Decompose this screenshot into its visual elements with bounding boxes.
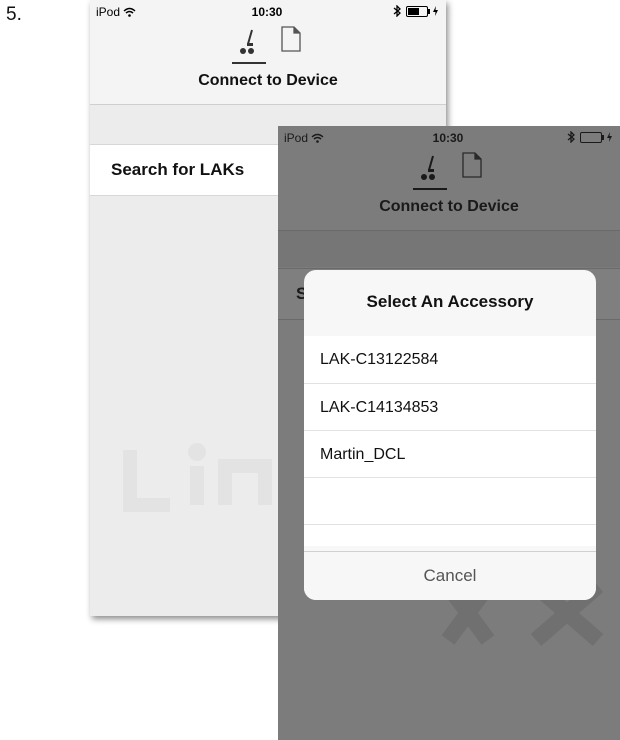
accessory-item[interactable] [304, 477, 596, 524]
tab-document[interactable] [280, 26, 306, 60]
accessory-item-label: LAK-C14134853 [320, 399, 439, 416]
tab-bar [218, 26, 318, 66]
document-icon [462, 152, 482, 178]
device-icon [240, 29, 254, 54]
wifi-icon [311, 133, 324, 143]
alert-title: Select An Accessory [366, 292, 534, 311]
carrier-name: iPod [96, 5, 121, 19]
tab-device-dimmed[interactable] [413, 152, 447, 190]
carrier-label: iPod [96, 5, 136, 19]
carrier-name-dimmed: iPod [284, 131, 309, 145]
select-accessory-alert: Select An Accessory LAK-C13122584 LAK-C1… [304, 270, 596, 600]
device-icon [421, 155, 435, 180]
tab-device[interactable] [232, 26, 266, 64]
header-spacer [278, 231, 620, 267]
page-title: Connect to Device [198, 72, 338, 89]
phone-screen-select-accessory: iPod 10:30 Connect to Device S Select An… [278, 126, 620, 740]
accessory-item-partial [304, 524, 596, 546]
document-icon [281, 26, 301, 52]
bluetooth-icon [393, 5, 401, 17]
tab-bar-dimmed [399, 152, 499, 192]
battery-icon [580, 131, 604, 143]
search-for-laks-label: Search for LAKs [111, 160, 245, 179]
carrier-label-dimmed: iPod [284, 131, 324, 145]
selected-tab-indicator [413, 188, 447, 190]
selected-tab-indicator [232, 62, 266, 64]
tab-document-dimmed[interactable] [461, 152, 487, 186]
page-title-dimmed: Connect to Device [379, 198, 519, 215]
accessory-item-label: LAK-C13122584 [320, 351, 439, 368]
accessory-item-label: Martin_DCL [320, 446, 406, 463]
battery-icon [406, 5, 430, 17]
charging-icon [607, 132, 612, 142]
status-right-dimmed [567, 131, 612, 143]
status-time: 10:30 [251, 5, 283, 19]
accessory-list: LAK-C13122584 LAK-C14134853 Martin_DCL [304, 336, 596, 546]
status-time-dimmed: 10:30 [432, 131, 464, 145]
nav-header-dimmed: iPod 10:30 Connect to Device [278, 126, 620, 231]
cancel-button[interactable]: Cancel [304, 551, 596, 600]
accessory-item[interactable]: LAK-C13122584 [304, 336, 596, 383]
nav-header: iPod 10:30 Connect to Device [90, 0, 446, 105]
status-bar-dimmed: iPod 10:30 [284, 130, 612, 146]
wifi-icon [123, 7, 136, 17]
accessory-item[interactable]: LAK-C14134853 [304, 383, 596, 430]
status-bar: iPod 10:30 [96, 4, 438, 20]
step-number: 5. [6, 4, 22, 25]
status-right [393, 5, 438, 17]
accessory-item[interactable]: Martin_DCL [304, 430, 596, 477]
bluetooth-icon [567, 131, 575, 143]
charging-icon [433, 6, 438, 16]
